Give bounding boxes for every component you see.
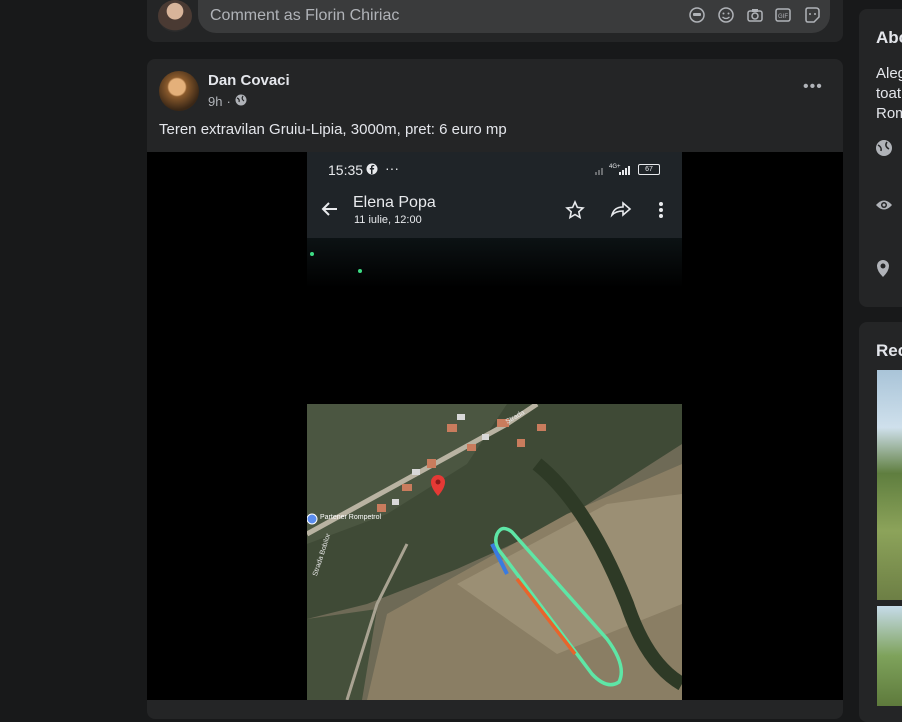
comment-placeholder: Comment as Florin Chiriac — [210, 7, 400, 24]
green-dot — [358, 269, 362, 273]
poi-label: Partener Rompetrol — [320, 514, 382, 521]
emoji-icon[interactable] — [717, 6, 735, 24]
facebook-icon — [366, 162, 378, 180]
contact-name: Elena Popa — [353, 194, 436, 211]
battery-indicator: 67 — [638, 164, 660, 175]
about-line: Rom — [876, 105, 902, 122]
about-line: Aleg — [876, 65, 902, 82]
network-indicator: 4G+ — [595, 163, 635, 178]
satellite-map — [307, 404, 682, 700]
eye-icon — [875, 198, 893, 217]
about-title: Abo — [876, 28, 902, 47]
post-author[interactable]: Dan Covaci — [208, 72, 290, 89]
recent-photo[interactable] — [877, 606, 902, 706]
author-avatar[interactable] — [159, 71, 199, 111]
gif-icon[interactable]: GIF — [774, 6, 792, 24]
camera-icon[interactable] — [746, 6, 764, 24]
green-dot — [310, 252, 314, 256]
sticker-icon[interactable] — [803, 6, 821, 24]
star-icon — [565, 200, 585, 225]
post-options-button[interactable]: ••• — [803, 78, 823, 96]
location-pin-icon — [875, 259, 891, 282]
recent-title: Rec — [876, 341, 902, 360]
phone-time: 15:35 — [328, 162, 364, 178]
globe-icon[interactable] — [235, 94, 247, 109]
post-meta: 9h · — [208, 94, 247, 109]
post-time[interactable]: 9h — [208, 94, 222, 109]
back-arrow-icon — [320, 199, 340, 225]
more-vert-icon — [655, 200, 667, 225]
recent-photo[interactable] — [877, 370, 902, 600]
avatar-icon[interactable] — [688, 6, 706, 24]
status-dots: ··· — [385, 160, 399, 176]
post-text: Teren extravilan Gruiu-Lipia, 3000m, pre… — [159, 121, 507, 138]
current-user-avatar[interactable] — [158, 0, 192, 32]
svg-text:GIF: GIF — [778, 14, 788, 20]
forward-icon — [610, 200, 632, 225]
svg-text:4G+: 4G+ — [609, 164, 621, 170]
message-date: 11 iulie, 12:00 — [354, 214, 422, 226]
globe-icon — [875, 139, 893, 162]
about-line: toat — [876, 85, 902, 102]
photo-fade — [307, 238, 682, 288]
